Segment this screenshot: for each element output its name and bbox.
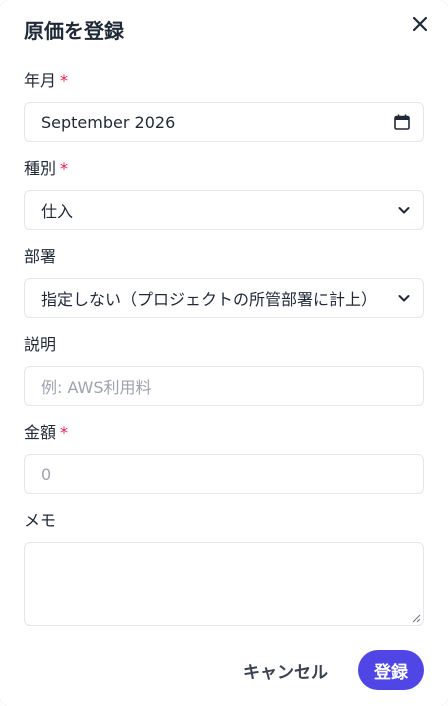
calendar-icon[interactable]	[393, 113, 411, 131]
close-icon	[412, 16, 428, 32]
amount-placeholder: 0	[41, 464, 52, 484]
close-button[interactable]	[408, 12, 432, 36]
required-mark: *	[60, 159, 69, 178]
required-mark: *	[60, 71, 69, 90]
required-mark: *	[60, 423, 69, 442]
department-value: 指定しない（プロジェクトの所管部署に計上）	[41, 290, 378, 309]
resize-grip-icon[interactable]	[411, 613, 421, 623]
cancel-button[interactable]: キャンセル	[227, 652, 344, 689]
description-placeholder: 例: AWS利用料	[41, 378, 152, 397]
type-value: 仕入	[41, 202, 74, 221]
chevron-down-icon	[398, 295, 410, 302]
register-cost-dialog: 原価を登録 年月 * September 2026 種別 * 仕入 部署 指定しない…	[0, 0, 448, 706]
department-select[interactable]: 指定しない（プロジェクトの所管部署に計上）	[24, 278, 424, 318]
description-input[interactable]: 例: AWS利用料	[24, 366, 424, 406]
year-month-value: September 2026	[41, 112, 176, 132]
amount-input[interactable]: 0	[24, 454, 424, 494]
dialog-actions: キャンセル 登録	[227, 650, 424, 690]
submit-button[interactable]: 登録	[358, 650, 424, 690]
amount-label: 金額 *	[24, 423, 69, 442]
year-month-label: 年月 *	[24, 71, 69, 90]
memo-textarea[interactable]	[24, 542, 424, 626]
type-select[interactable]: 仕入	[24, 190, 424, 230]
type-label: 種別 *	[24, 159, 69, 178]
dialog-title: 原価を登録	[24, 19, 124, 43]
memo-label: メモ	[24, 511, 57, 530]
chevron-down-icon	[398, 207, 410, 214]
department-label: 部署	[24, 247, 57, 266]
year-month-input[interactable]: September 2026	[24, 102, 424, 142]
description-label: 説明	[24, 335, 57, 354]
